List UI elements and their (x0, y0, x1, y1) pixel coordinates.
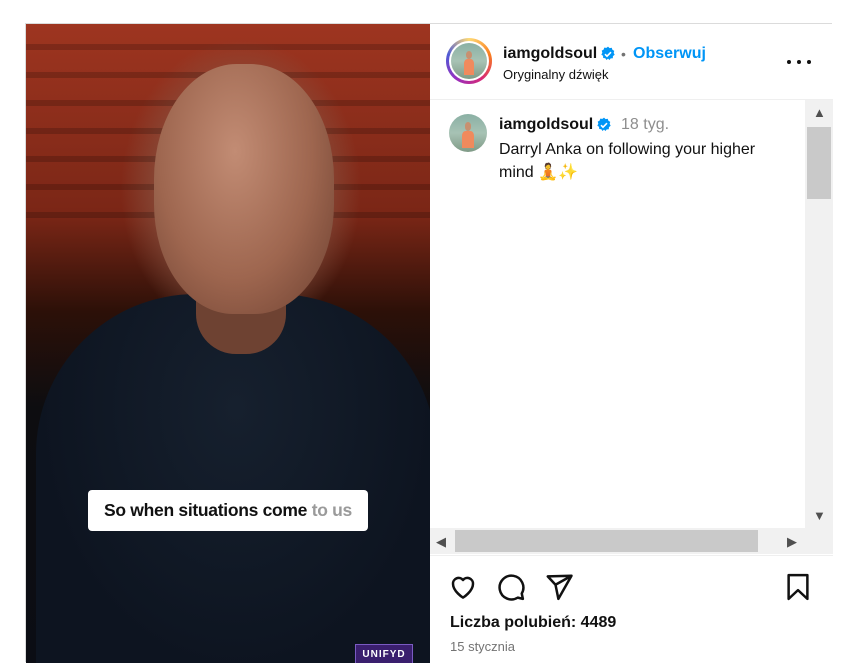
speaker-head (154, 64, 334, 314)
caption-avatar[interactable] (449, 114, 487, 152)
scroll-down-icon[interactable]: ▼ (813, 509, 826, 522)
horizontal-scrollbar[interactable]: ◀ ▶ (430, 528, 833, 554)
follow-button[interactable]: Obserwuj (633, 45, 706, 63)
header-separator: • (621, 46, 626, 62)
horizontal-scroll-thumb[interactable] (455, 530, 758, 552)
share-icon[interactable] (544, 572, 574, 602)
comment-icon[interactable] (496, 572, 526, 602)
comments-section: iamgoldsoul 18 tyg. Darryl Anka on follo… (430, 100, 805, 528)
verified-badge-icon (597, 117, 611, 131)
header-username[interactable]: iamgoldsoul (503, 45, 597, 63)
scroll-right-icon[interactable]: ▶ (787, 535, 797, 548)
video-subtitle: So when situations come to us (88, 490, 368, 531)
instagram-post-modal: So when situations come to us UNIFYD iam… (25, 23, 833, 663)
post-details-panel: iamgoldsoul • Obserwuj Oryginalny dźwięk… (430, 24, 833, 663)
heart-icon[interactable] (448, 572, 478, 602)
bookmark-icon[interactable] (783, 572, 813, 602)
vertical-scroll-thumb[interactable] (807, 127, 831, 199)
likes-count[interactable]: Liczba polubień: 4489 (450, 614, 616, 632)
scroll-left-icon[interactable]: ◀ (436, 535, 446, 548)
post-header: iamgoldsoul • Obserwuj Oryginalny dźwięk (430, 24, 833, 100)
verified-badge-icon (601, 46, 615, 60)
vertical-scrollbar[interactable]: ▲ ▼ (805, 100, 833, 528)
more-options-icon[interactable] (787, 52, 811, 72)
reel-video[interactable]: So when situations come to us UNIFYD (26, 24, 430, 663)
caption-text: Darryl Anka on following your higher min… (499, 141, 756, 181)
background-stripe (26, 44, 430, 50)
post-date[interactable]: 15 stycznia (450, 639, 515, 654)
caption-time[interactable]: 18 tyg. (621, 116, 669, 134)
original-audio-link[interactable]: Oryginalny dźwięk (503, 67, 609, 82)
caption-username[interactable]: iamgoldsoul (499, 116, 593, 134)
action-bar: Liczba polubień: 4489 15 stycznia (430, 555, 833, 664)
avatar[interactable] (451, 43, 487, 79)
scroll-up-icon[interactable]: ▲ (813, 106, 826, 119)
subtitle-main: So when situations come (103, 500, 308, 520)
subtitle-faded: to us (311, 500, 353, 520)
unifyd-watermark: UNIFYD (355, 644, 413, 663)
